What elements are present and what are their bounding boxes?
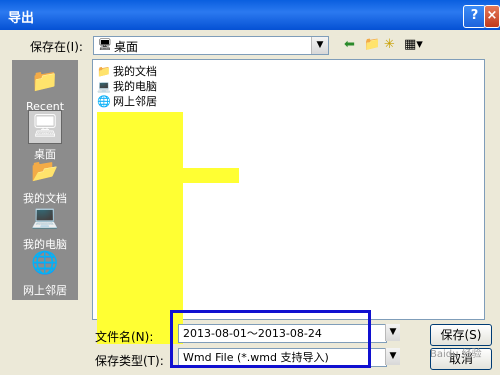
network-places-icon: 🌐: [31, 251, 59, 276]
save-in-value: 桌面: [114, 40, 139, 54]
folder-icon: 📁: [97, 65, 111, 78]
help-button[interactable]: ?: [463, 5, 486, 28]
desktop-icon: 🖥: [98, 38, 112, 51]
window-title: 导出: [8, 11, 35, 26]
file-name: 我的文档: [113, 65, 157, 78]
up-folder-icon[interactable]: 📁: [364, 37, 380, 53]
file-list[interactable]: 📁 我的文档 💻 我的电脑 🌐 网上邻居: [92, 59, 485, 344]
filename-dropdown[interactable]: ▼: [385, 324, 400, 341]
save-in-combo[interactable]: 🖥 桌面 ▼: [93, 36, 329, 55]
list-item[interactable]: 💻 我的电脑: [97, 78, 157, 94]
file-name: 网上邻居: [113, 95, 157, 108]
place-my-documents[interactable]: 📂 我的文档: [12, 156, 78, 206]
computer-icon: 💻: [97, 80, 111, 93]
annotation-highlight-box: [170, 310, 371, 368]
new-folder-icon[interactable]: ✳: [384, 37, 395, 53]
save-in-label: 保存在(I):: [30, 40, 83, 54]
place-my-computer[interactable]: 💻 我的电脑: [12, 202, 78, 252]
place-desktop[interactable]: 🖥 桌面: [12, 110, 78, 162]
recent-folder-icon: 📁: [31, 69, 59, 94]
place-label-network: 网上邻居: [23, 284, 67, 297]
chevron-down-icon[interactable]: ▼: [311, 37, 328, 54]
network-icon: 🌐: [97, 95, 111, 108]
list-item[interactable]: 🌐 网上邻居: [97, 93, 157, 109]
title-bar: 导出 ? ×: [0, 0, 500, 30]
close-button[interactable]: ×: [484, 5, 500, 28]
filetype-dropdown[interactable]: ▼: [385, 348, 400, 365]
my-computer-icon: 💻: [31, 205, 59, 230]
my-documents-icon: 📂: [31, 159, 59, 184]
view-menu-icon[interactable]: ▦▾: [404, 37, 423, 53]
redacted-region: [179, 168, 239, 183]
watermark: Baidu 经验: [430, 349, 482, 360]
file-name: 我的电脑: [113, 80, 157, 93]
filetype-label: 保存类型(T):: [95, 354, 164, 368]
place-network[interactable]: 🌐 网上邻居: [12, 248, 78, 298]
back-icon[interactable]: ⬅: [344, 37, 355, 53]
save-button[interactable]: 保存(S): [430, 324, 492, 346]
chevron-down-icon[interactable]: ▼: [385, 348, 400, 365]
places-bar: 📁 Recent 🖥 桌面 📂 我的文档 💻 我的电脑 🌐 网上邻居: [12, 60, 78, 300]
chevron-down-icon[interactable]: ▼: [385, 324, 400, 341]
list-item[interactable]: 📁 我的文档: [97, 63, 157, 79]
desktop-icon: 🖥: [28, 110, 62, 144]
place-recent[interactable]: 📁 Recent: [12, 66, 78, 113]
filename-label: 文件名(N):: [95, 330, 154, 344]
